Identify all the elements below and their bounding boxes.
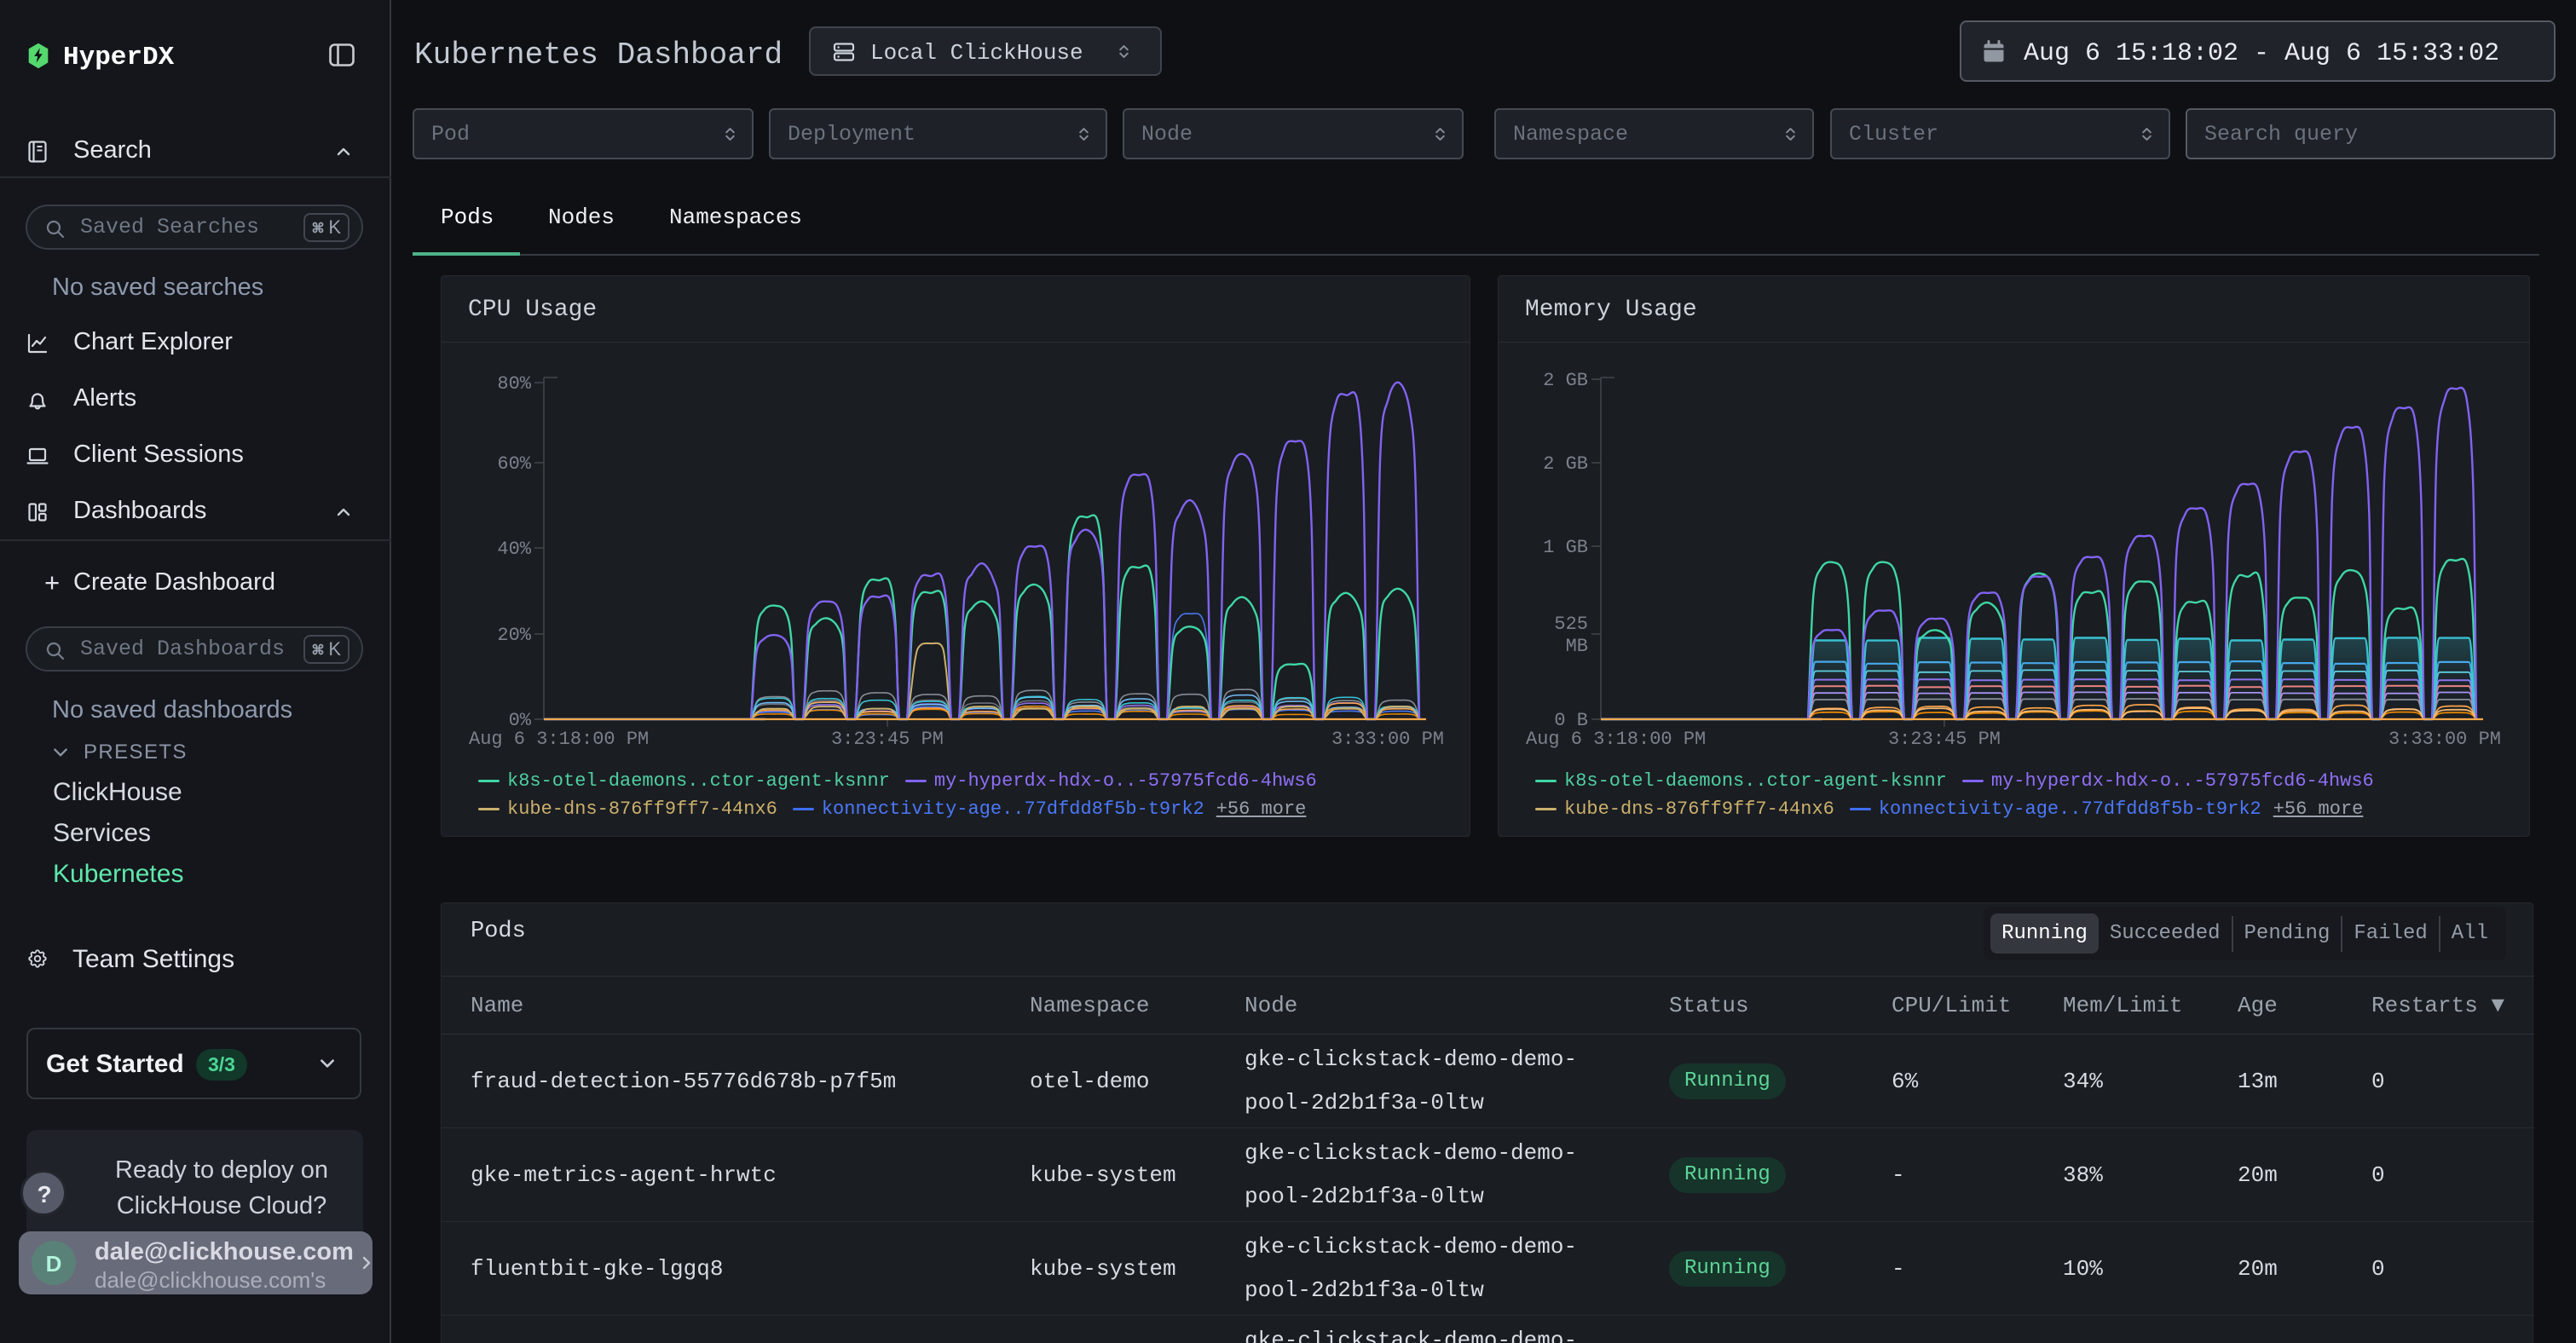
svg-text:Aug 6 3:18:00 PM: Aug 6 3:18:00 PM: [469, 729, 649, 750]
svg-text:3:23:45 PM: 3:23:45 PM: [831, 729, 944, 750]
svg-text:3:33:00 PM: 3:33:00 PM: [2388, 729, 2501, 750]
svg-text:3:33:00 PM: 3:33:00 PM: [1331, 729, 1444, 750]
svg-text:525: 525: [1554, 614, 1588, 635]
svg-text:80%: 80%: [497, 373, 531, 395]
svg-text:40%: 40%: [497, 539, 531, 560]
svg-text:Aug 6 3:18:00 PM: Aug 6 3:18:00 PM: [1526, 729, 1706, 750]
svg-text:3:23:45 PM: 3:23:45 PM: [1888, 729, 2001, 750]
svg-text:60%: 60%: [497, 453, 531, 475]
svg-text:20%: 20%: [497, 625, 531, 646]
svg-text:2 GB: 2 GB: [1543, 453, 1588, 475]
svg-text:2 GB: 2 GB: [1543, 370, 1588, 391]
svg-text:MB: MB: [1566, 636, 1588, 657]
svg-text:1 GB: 1 GB: [1543, 537, 1588, 558]
